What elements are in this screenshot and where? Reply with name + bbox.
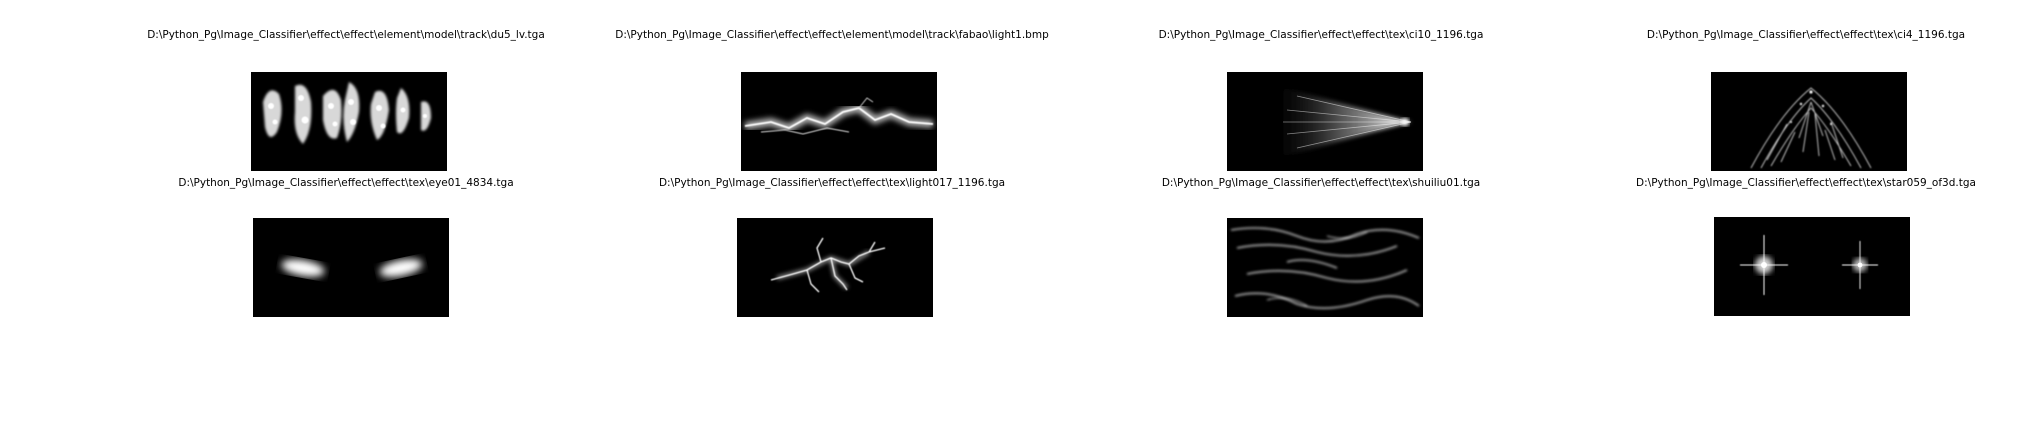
tile-title: D:\Python_Pg\Image_Classifier\effect\eff…: [1636, 177, 1976, 189]
twin-star-flares-image: [1714, 217, 1910, 316]
tile-title: D:\Python_Pg\Image_Classifier\effect\eff…: [615, 29, 1049, 41]
lightning-bolt-image: [741, 72, 937, 171]
tile-title: D:\Python_Pg\Image_Classifier\effect\eff…: [658, 177, 1006, 189]
glowing-eyes-image: [253, 218, 449, 317]
white-flame-streaks-image: [251, 72, 447, 171]
water-flow-streaks-image: [1227, 218, 1423, 317]
tile-title: D:\Python_Pg\Image_Classifier\effect\eff…: [1158, 29, 1484, 41]
branching-lightning-image: [737, 218, 933, 317]
tile-title: D:\Python_Pg\Image_Classifier\effect\eff…: [147, 29, 545, 41]
tile-title: D:\Python_Pg\Image_Classifier\effect\eff…: [178, 177, 514, 189]
sparkle-arc-image: [1711, 72, 1907, 171]
tile-title: D:\Python_Pg\Image_Classifier\effect\eff…: [1646, 29, 1966, 41]
light-ray-cone-image: [1227, 72, 1423, 171]
figure-canvas: D:\Python_Pg\Image_Classifier\effect\eff…: [0, 0, 2033, 421]
tile-title: D:\Python_Pg\Image_Classifier\effect\eff…: [1161, 177, 1481, 189]
